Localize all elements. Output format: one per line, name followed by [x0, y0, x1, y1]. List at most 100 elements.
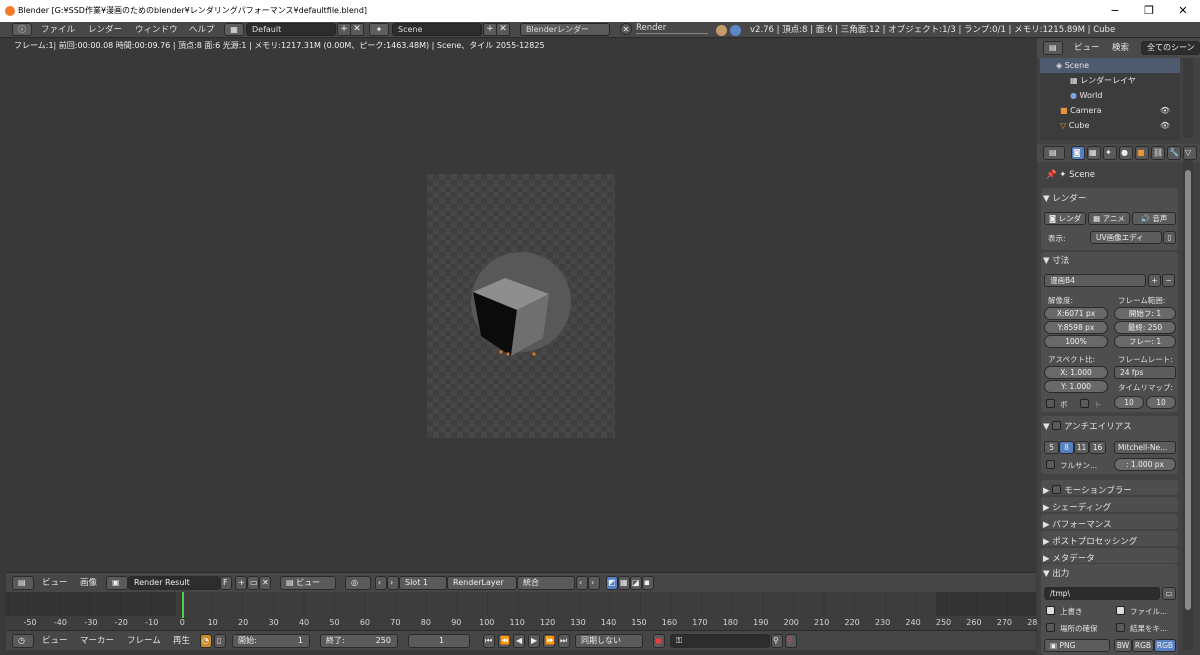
pass-next-icon[interactable]: ›	[588, 576, 600, 590]
next-key-icon[interactable]: ⏩	[543, 634, 555, 648]
render-preset-dropdown[interactable]: 漫画B4	[1044, 274, 1146, 287]
image-name-field[interactable]: Render Result	[128, 576, 220, 590]
remove-preset-button[interactable]: −	[1162, 274, 1175, 287]
stereo-icon[interactable]: ◾	[642, 576, 654, 590]
file-format-dropdown[interactable]: ▣ PNG	[1044, 639, 1110, 652]
render-layer-dropdown[interactable]: RenderLayer	[447, 576, 517, 590]
tab-constraints-icon[interactable]: ⛓	[1151, 146, 1165, 160]
remap-new-field[interactable]: 10	[1146, 396, 1176, 409]
end-frame-field[interactable]: 終了: 250	[320, 634, 398, 648]
dimensions-panel-title[interactable]: ▼ 寸法	[1043, 254, 1069, 266]
frame-start-field[interactable]: 開始フ: 1	[1114, 307, 1176, 320]
play-icon[interactable]: ▶	[528, 634, 540, 648]
add-layout-button[interactable]: +	[337, 23, 351, 36]
timeline-menu-playback[interactable]: 再生	[173, 634, 190, 648]
browse-folder-icon[interactable]: ▭	[1162, 587, 1176, 600]
outliner-editor-icon[interactable]: ▤	[1043, 41, 1063, 55]
keying-set-field[interactable]: ⚿	[670, 634, 770, 648]
play-reverse-icon[interactable]: ◀	[513, 634, 525, 648]
scene-icon[interactable]: ✦	[369, 23, 389, 36]
aa-filter-dropdown[interactable]: Mitchell-Ne...	[1114, 441, 1176, 454]
render-button[interactable]: ◙ レンダ	[1044, 212, 1086, 225]
tab-data-icon[interactable]: ▽	[1183, 146, 1197, 160]
collapsed-panel-title[interactable]: ▶ モーションブラー	[1043, 484, 1132, 496]
color-rgba-button[interactable]: RGB	[1154, 639, 1176, 652]
tab-world-icon[interactable]: ●	[1119, 146, 1133, 160]
scene-field[interactable]: Scene	[392, 23, 482, 36]
cache-result-checkbox[interactable]	[1116, 623, 1125, 632]
motion-blur-checkbox[interactable]	[1052, 485, 1062, 494]
lock-range-icon[interactable]: ▯	[214, 634, 226, 648]
collapsed-panel-title[interactable]: ▶ ポストプロセッシング	[1043, 535, 1137, 547]
unlink-image-icon[interactable]: ✕	[259, 576, 271, 590]
resolution-y-field[interactable]: Y:8598 px	[1044, 321, 1108, 334]
aspect-x-field[interactable]: X: 1.000	[1044, 366, 1108, 379]
collapsed-panel-title[interactable]: ▶ パフォーマンス	[1043, 518, 1112, 530]
jump-end-icon[interactable]: ⏭	[558, 634, 570, 648]
current-frame-field[interactable]: 1	[408, 634, 470, 648]
menu-render[interactable]: レンダー	[88, 22, 122, 38]
timeline-menu-view[interactable]: ビュー	[42, 634, 68, 648]
add-preset-button[interactable]: +	[1148, 274, 1161, 287]
render-panel-title[interactable]: ▼ レンダー	[1043, 192, 1086, 204]
timeline-area[interactable]: -50 -40 -30 -20 -10 0 10 20 30 40 50 60 70 80 90 100 110…	[6, 592, 1042, 630]
remap-old-field[interactable]: 10	[1114, 396, 1144, 409]
outliner-row-renderlayers[interactable]: ▦ レンダーレイヤ	[1040, 73, 1180, 88]
open-image-icon[interactable]: ▭	[247, 576, 259, 590]
resolution-x-field[interactable]: X:6071 px	[1044, 307, 1108, 320]
overwrite-checkbox[interactable]	[1046, 606, 1055, 615]
slot-dropdown[interactable]: Slot 1	[399, 576, 447, 590]
outliner-menu-search[interactable]: 検索	[1112, 41, 1129, 55]
visibility-eye-icon[interactable]: 👁	[1160, 103, 1170, 118]
properties-editor-icon[interactable]: ▤	[1043, 146, 1065, 160]
aa-samples-11[interactable]: 11	[1074, 441, 1089, 454]
outliner-row-world[interactable]: ● World	[1040, 88, 1180, 103]
layout-field[interactable]: Default	[246, 23, 336, 36]
timeline-menu-frame[interactable]: フレーム	[127, 634, 161, 648]
render-engine-dropdown[interactable]: Blenderレンダー	[520, 23, 610, 36]
current-frame-marker[interactable]	[182, 592, 184, 618]
slot-prev-icon[interactable]: ‹	[375, 576, 387, 590]
outliner-row-scene[interactable]: ◈ Scene	[1040, 58, 1180, 73]
properties-scrollbar-thumb[interactable]	[1185, 170, 1191, 610]
frame-end-field[interactable]: 最終: 250	[1114, 321, 1176, 334]
display-dropdown[interactable]: UV画像エディ	[1090, 231, 1162, 244]
render-pass-dropdown[interactable]: 統合	[517, 576, 575, 590]
pass-prev-icon[interactable]: ‹	[576, 576, 588, 590]
menu-file[interactable]: ファイル	[41, 22, 75, 38]
menu-view[interactable]: ビュー	[42, 576, 68, 590]
menu-window[interactable]: ウィンドウ	[135, 22, 178, 38]
maximize-button[interactable]: ❐	[1132, 0, 1166, 22]
output-panel-title[interactable]: ▼ 出力	[1043, 567, 1069, 579]
aa-samples-8[interactable]: 8	[1059, 441, 1074, 454]
full-sample-checkbox[interactable]	[1046, 460, 1055, 469]
new-image-button[interactable]: +	[235, 576, 247, 590]
editor-type-icon[interactable]: ▤	[12, 576, 34, 590]
insert-key-icon[interactable]: ⚲	[771, 634, 783, 648]
frame-step-field[interactable]: フレー: 1	[1114, 335, 1176, 348]
menu-help[interactable]: ヘルプ	[189, 22, 215, 38]
visibility-eye-icon[interactable]: 👁	[1160, 118, 1170, 133]
outliner-tree[interactable]: ◈ Scene ▦ レンダーレイヤ ● World ■ Camera 👁 ▽ Cu…	[1040, 58, 1180, 140]
border-checkbox[interactable]	[1046, 399, 1055, 408]
outliner-menu-view[interactable]: ビュー	[1074, 41, 1100, 55]
add-scene-button[interactable]: +	[483, 23, 497, 36]
tab-scene-icon[interactable]: ✦	[1103, 146, 1117, 160]
audio-button[interactable]: 🔊 音声	[1132, 212, 1176, 225]
cancel-render-icon[interactable]: ✕	[620, 23, 632, 35]
resolution-percent-field[interactable]: 100%	[1044, 335, 1108, 348]
remove-layout-button[interactable]: ✕	[350, 23, 364, 36]
collapsed-panel-title[interactable]: ▶ シェーディング	[1043, 501, 1111, 513]
start-frame-field[interactable]: 開始: 1	[232, 634, 310, 648]
antialias-panel-title[interactable]: ▼ アンチエイリアス	[1043, 420, 1132, 432]
tab-layers-icon[interactable]: ▦	[1087, 146, 1101, 160]
outliner-row-cube[interactable]: ▽ Cube 👁	[1040, 118, 1180, 133]
sync-dropdown[interactable]: 同期しない	[575, 634, 643, 648]
draw-channels-icon[interactable]: ◩	[606, 576, 618, 590]
fake-user-button[interactable]: F	[220, 576, 232, 590]
lock-interface-icon[interactable]: ▯	[1163, 231, 1176, 244]
tab-modifiers-icon[interactable]: 🔧	[1167, 146, 1181, 160]
frame-rate-dropdown[interactable]: 24 fps	[1114, 366, 1176, 379]
outliner-filter-dropdown[interactable]: 全てのシーン	[1141, 41, 1200, 55]
timeline-editor-icon[interactable]: ◷	[12, 634, 34, 648]
